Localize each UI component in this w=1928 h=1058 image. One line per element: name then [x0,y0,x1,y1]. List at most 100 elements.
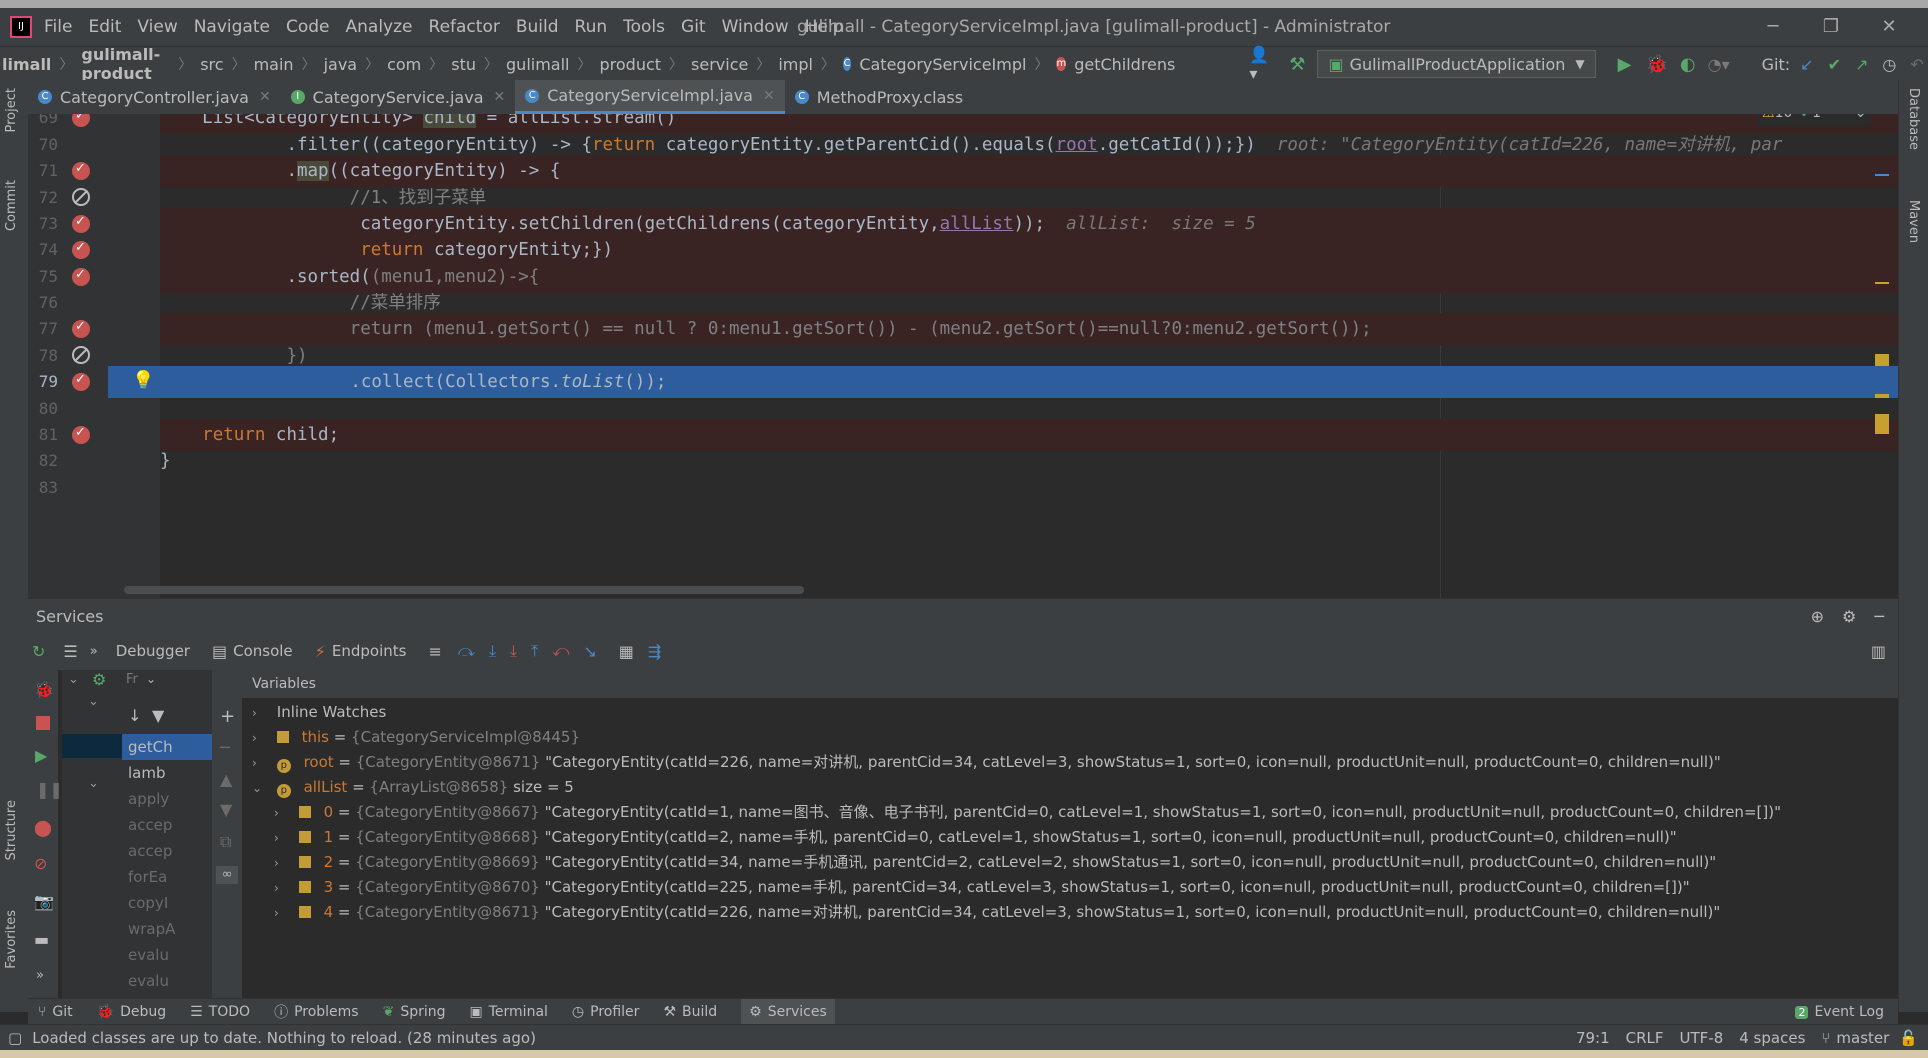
favorites-tool-tab[interactable]: Favorites [4,910,19,969]
step-into-icon[interactable]: ⤓ [510,641,517,661]
tree-arrow-icon[interactable]: ⌄ [88,694,99,709]
menu-analyze[interactable]: Analyze [346,17,413,37]
show-execution-point-icon[interactable]: ⤼ [458,641,475,661]
rerun-icon[interactable]: ↻ [32,642,45,661]
layout-icon[interactable]: ▥ [1871,642,1886,661]
breadcrumb-product[interactable]: product [599,55,661,74]
tree-arrow-icon[interactable]: ⌄ [68,672,79,687]
trace-icon[interactable]: ⇶ [648,642,661,661]
tree-arrow-icon[interactable]: ⌄ [88,776,99,791]
git-branch[interactable]: master [1836,1029,1889,1047]
event-log-button[interactable]: 2 Event Log [1795,1004,1884,1020]
tab-todo[interactable]: ☰ TODO [190,1004,250,1020]
close-tab-icon[interactable]: ✕ [763,88,775,104]
list-item[interactable]: › 3 = {CategoryEntity@8670} "CategoryEnt… [274,875,1690,900]
breadcrumb-impl[interactable]: impl [778,55,813,74]
tab-method-proxy[interactable]: C MethodProxy.class [785,80,973,114]
maven-tool-tab[interactable]: Maven [1906,200,1921,243]
step-down-icon[interactable]: ↓ [128,706,141,725]
file-encoding[interactable]: UTF-8 [1680,1029,1724,1047]
debug-icon[interactable]: 🐞 [1646,54,1668,75]
disabled-breakpoint-icon[interactable] [72,346,90,364]
expand-arrow-icon[interactable]: › [274,876,288,901]
expand-arrow-icon[interactable]: › [274,901,288,926]
more-icon[interactable]: » [90,644,98,659]
list-item[interactable]: › 1 = {CategoryEntity@8668} "CategoryEnt… [274,825,1677,850]
tab-debugger[interactable]: Debugger [116,642,190,660]
commit-tool-tab[interactable]: Commit [4,180,19,231]
menu-edit[interactable]: Edit [88,17,121,37]
stripe-mark[interactable] [1875,282,1889,284]
minimize-icon[interactable]: ─ [1744,8,1802,46]
view-breakpoints-icon[interactable]: ⬤ [34,818,52,837]
list-item[interactable]: › 0 = {CategoryEntity@8667} "CategoryEnt… [274,800,1781,825]
breadcrumb-stu[interactable]: stu [451,55,476,74]
breadcrumb-main[interactable]: main [254,55,294,74]
menu-view[interactable]: View [137,17,177,37]
service-node-icon[interactable]: ⚙ [92,670,106,689]
tab-git[interactable]: ⑂ Git [38,1004,73,1020]
tab-problems[interactable]: ⓘ Problems [274,1002,359,1022]
tab-profiler[interactable]: ◷ Profiler [572,1004,640,1020]
git-update-icon[interactable]: ↙ [1800,55,1813,74]
tab-terminal[interactable]: ▣ Terminal [470,1004,548,1020]
user-icon[interactable]: 👤▾ [1249,45,1269,83]
run-to-cursor-icon[interactable]: ↘ [583,642,596,661]
variable-row-alllist[interactable]: ⌄ p allList = {ArrayList@8658} size = 5 [252,775,574,800]
indent-setting[interactable]: 4 spaces [1739,1029,1805,1047]
evaluate-icon[interactable]: ▦ [619,642,634,661]
tab-debug[interactable]: 🐞 Debug [97,1004,166,1020]
frame-item[interactable]: evalu [122,942,212,968]
menu-window[interactable]: Window [722,17,789,37]
expand-arrow-icon[interactable]: › [274,851,288,876]
list-item[interactable]: › 2 = {CategoryEntity@8669} "CategoryEnt… [274,850,1716,875]
breadcrumb-module[interactable]: gulimall-product [81,45,170,83]
menu-file[interactable]: File [44,17,72,37]
git-commit-icon[interactable]: ✔ [1828,55,1841,74]
code-line-79-current[interactable]: .collect(Collectors.toList()); [108,366,1898,398]
breadcrumb-class[interactable]: CategoryServiceImpl [859,55,1026,74]
structure-tool-tab[interactable]: Structure [4,800,19,860]
horizontal-scrollbar[interactable] [124,586,804,594]
project-tool-tab[interactable]: Project [4,88,19,132]
close-window-icon[interactable]: ✕ [1860,8,1918,46]
tab-category-service[interactable]: I CategoryService.java ✕ [281,80,516,114]
debug-run-icon[interactable]: 🐞 [34,680,54,699]
tab-category-service-impl[interactable]: C CategoryServiceImpl.java ✕ [515,80,785,114]
collapse-arrow-icon[interactable]: ⌄ [252,776,266,801]
expand-arrow-icon[interactable]: › [252,701,266,726]
menu-git[interactable]: Git [681,17,706,37]
tab-category-controller[interactable]: C CategoryController.java ✕ [28,80,281,114]
layout-settings-icon[interactable]: ▬ [34,930,49,949]
code-editor[interactable]: List<CategoryEntity> child = allList.str… [28,114,1898,598]
coverage-icon[interactable]: ◐ [1680,54,1696,75]
stripe-mark[interactable] [1875,414,1889,434]
breadcrumb-gulimall[interactable]: gulimall [506,55,569,74]
tab-endpoints[interactable]: Endpoints [332,642,407,660]
close-tab-icon[interactable]: ✕ [494,89,506,105]
stripe-mark[interactable] [1875,394,1889,398]
frame-item[interactable]: wrapA [122,916,212,942]
inline-watch-toggle-icon[interactable]: ∞ [216,866,238,884]
expand-arrow-icon[interactable]: › [252,726,266,751]
collapse-all-icon[interactable]: ☰ [63,642,77,661]
expand-arrow-icon[interactable]: › [252,751,266,776]
hide-panel-icon[interactable]: ─ [1874,607,1884,626]
frame-item[interactable]: forEa [122,864,212,890]
expand-arrow-icon[interactable]: › [274,826,288,851]
menu-run[interactable]: Run [575,17,608,37]
prev-highlight-icon[interactable]: ⌃ [1833,114,1845,121]
disabled-breakpoint-icon[interactable] [72,188,90,206]
move-up-icon[interactable]: ▲ [220,770,232,789]
history-icon[interactable]: ◷ [1882,55,1896,74]
stop-session-icon[interactable] [36,716,50,730]
breakpoint-icon[interactable] [72,161,90,180]
frame-item[interactable]: getCh [122,734,212,760]
tab-services[interactable]: ⚙ Services [741,999,835,1025]
menu-build[interactable]: Build [516,17,559,37]
inline-watches-row[interactable]: › Inline Watches [252,700,386,725]
lightbulb-icon[interactable]: 💡 [132,370,154,391]
resume-icon[interactable]: ▶ [35,746,47,765]
stripe-mark[interactable] [1875,174,1889,176]
frame-item[interactable]: copyI [122,890,212,916]
